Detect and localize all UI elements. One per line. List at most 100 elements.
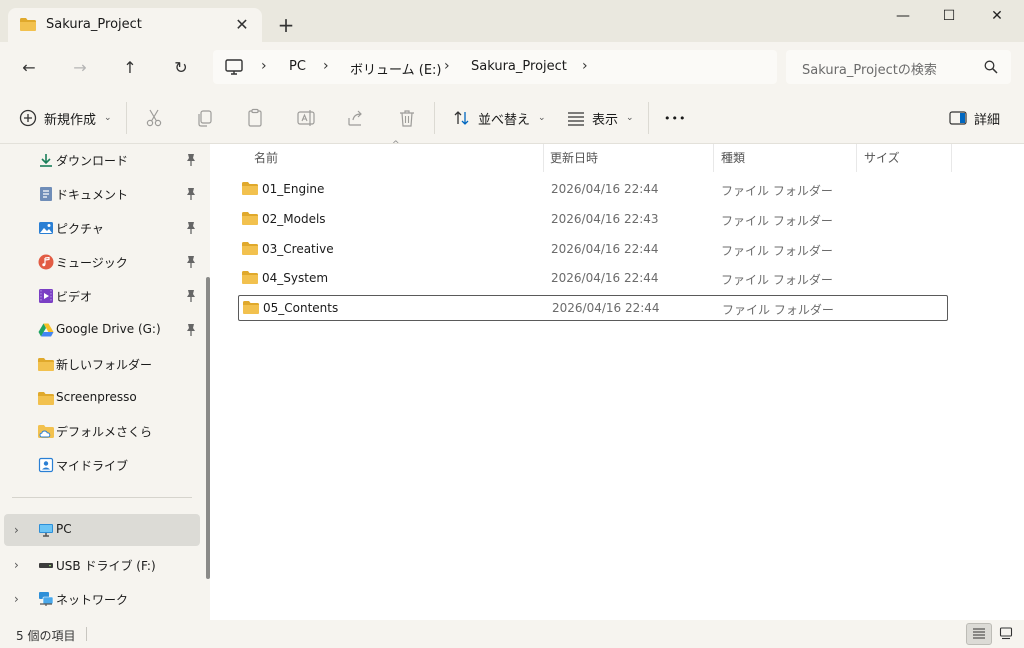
sort-button[interactable]: 並べ替え ⌄: [452, 106, 546, 130]
pin-icon[interactable]: [185, 153, 197, 167]
toolbar-divider: [648, 102, 649, 134]
details-pane-button[interactable]: 詳細: [948, 106, 1000, 130]
file-name: 02_Models: [262, 212, 326, 226]
pin-icon[interactable]: [185, 289, 197, 303]
toolbar-divider: [434, 102, 435, 134]
sidebar-item-label: USB ドライブ (F:): [56, 559, 156, 573]
column-header-date[interactable]: 更新日時: [550, 144, 598, 172]
rename-icon[interactable]: [296, 108, 316, 128]
table-row[interactable]: 01_Engine 2026/04/16 22:44 ファイル フォルダー: [238, 177, 948, 203]
pin-icon[interactable]: [185, 187, 197, 201]
view-button[interactable]: 表示 ⌄: [566, 106, 634, 130]
tab-close-button[interactable]: ✕: [230, 13, 254, 37]
chevron-right-icon: ›: [444, 58, 450, 74]
pin-icon[interactable]: [185, 255, 197, 269]
sidebar-item-deformed-sakura[interactable]: デフォルメさくら: [0, 415, 200, 447]
breadcrumb-sakura-project[interactable]: Sakura_Project: [471, 59, 567, 74]
column-divider[interactable]: [951, 144, 952, 172]
folder-icon: [242, 182, 258, 195]
sidebar-item-label: Google Drive (G:): [56, 322, 161, 336]
sidebar-item-network[interactable]: › ネットワーク: [0, 583, 200, 615]
chevron-right-icon[interactable]: ›: [582, 58, 588, 74]
sidebar-item-label: Screenpresso: [56, 390, 137, 404]
view-list-icon: [568, 112, 584, 126]
sidebar-item-videos[interactable]: ビデオ: [0, 280, 200, 312]
file-name: 05_Contents: [263, 301, 339, 315]
new-tab-button[interactable]: +: [274, 13, 298, 37]
pin-icon[interactable]: [185, 221, 197, 235]
table-row[interactable]: 05_Contents 2026/04/16 22:44 ファイル フォルダー: [238, 295, 948, 321]
sort-button-label: 並べ替え: [478, 112, 531, 128]
sidebar-item-pictures[interactable]: ピクチャ: [0, 212, 200, 244]
pictures-icon: [39, 222, 53, 234]
sidebar-item-usb-drive[interactable]: › USB ドライブ (F:): [0, 549, 200, 581]
minimize-button[interactable]: —: [880, 0, 926, 32]
column-divider[interactable]: [856, 144, 857, 172]
search-icon[interactable]: [984, 60, 998, 74]
pin-icon[interactable]: [185, 323, 197, 337]
sidebar-item-google-drive[interactable]: Google Drive (G:): [0, 314, 200, 346]
sidebar-item-label: ピクチャ: [56, 222, 104, 236]
search-box[interactable]: Sakura_Projectの検索: [786, 50, 1011, 84]
more-options-button[interactable]: •••: [664, 106, 686, 130]
video-icon: [39, 289, 53, 303]
sidebar-item-label: マイドライブ: [56, 459, 129, 473]
sidebar-item-my-drive[interactable]: マイドライブ: [0, 449, 200, 481]
chevron-right-icon[interactable]: ›: [14, 523, 19, 537]
sidebar-item-label: ビデオ: [56, 290, 93, 304]
breadcrumb-volume-e[interactable]: ボリューム (E:): [350, 59, 441, 78]
tiles-view-button[interactable]: [994, 623, 1020, 645]
chevron-right-icon[interactable]: ›: [14, 592, 19, 606]
file-date: 2026/04/16 22:44: [551, 242, 659, 256]
sidebar-item-music[interactable]: ミュージック: [0, 246, 200, 278]
status-divider: [86, 627, 87, 641]
back-button[interactable]: ←: [15, 54, 43, 82]
sort-icon: [454, 111, 469, 125]
cut-icon[interactable]: [144, 108, 164, 128]
network-icon: [39, 592, 54, 606]
sidebar-item-label: PC: [56, 522, 72, 536]
tab-sakura-project[interactable]: Sakura_Project ✕: [8, 8, 262, 42]
sidebar-scrollbar[interactable]: [206, 277, 210, 579]
file-type: ファイル フォルダー: [722, 303, 834, 317]
forward-button[interactable]: →: [66, 54, 94, 82]
music-icon: [38, 254, 54, 270]
chevron-down-icon: ⌄: [626, 113, 634, 123]
column-header-type[interactable]: 種類: [721, 144, 745, 172]
refresh-button[interactable]: ↻: [167, 54, 195, 82]
column-header-name[interactable]: 名前: [254, 144, 278, 172]
chevron-right-icon[interactable]: ›: [14, 558, 19, 572]
new-button[interactable]: 新規作成 ⌄: [18, 106, 112, 130]
folder-icon: [242, 242, 258, 255]
sidebar-item-screenpresso[interactable]: Screenpresso: [0, 382, 200, 414]
sidebar-item-pc[interactable]: › PC: [4, 514, 200, 546]
download-icon: [40, 154, 52, 167]
close-window-button[interactable]: ✕: [974, 0, 1020, 32]
sidebar-item-label: ミュージック: [56, 256, 128, 270]
table-row[interactable]: 04_System 2026/04/16 22:44 ファイル フォルダー: [238, 266, 948, 292]
share-icon[interactable]: [346, 108, 366, 128]
plus-circle-icon: [19, 109, 37, 127]
details-view-button[interactable]: [966, 623, 992, 645]
file-type: ファイル フォルダー: [721, 273, 833, 287]
table-row[interactable]: 03_Creative 2026/04/16 22:44 ファイル フォルダー: [238, 237, 948, 263]
document-icon: [40, 187, 52, 201]
column-divider[interactable]: [543, 144, 544, 172]
up-button[interactable]: ↑: [116, 54, 144, 82]
paste-icon[interactable]: [245, 108, 265, 128]
more-icon: •••: [664, 111, 687, 125]
sidebar-item-downloads[interactable]: ダウンロード: [0, 144, 200, 176]
delete-icon[interactable]: [397, 108, 417, 128]
file-list: ^ 名前 更新日時 種類 サイズ 01_Engine 2026/04/16 22…: [218, 140, 1024, 620]
column-header-size[interactable]: サイズ: [864, 144, 900, 172]
item-count: 5 個の項目: [16, 629, 76, 643]
sidebar-item-new-folder[interactable]: 新しいフォルダー: [0, 348, 200, 380]
column-divider[interactable]: [713, 144, 714, 172]
table-row[interactable]: 02_Models 2026/04/16 22:43 ファイル フォルダー: [238, 207, 948, 233]
maximize-button[interactable]: ☐: [926, 0, 972, 32]
sidebar-item-documents[interactable]: ドキュメント: [0, 178, 200, 210]
address-bar[interactable]: › PC › ボリューム (E:) › Sakura_Project ›: [213, 50, 777, 84]
breadcrumb-pc[interactable]: PC: [289, 59, 306, 74]
folder-icon: [38, 392, 54, 405]
copy-icon[interactable]: [195, 108, 215, 128]
